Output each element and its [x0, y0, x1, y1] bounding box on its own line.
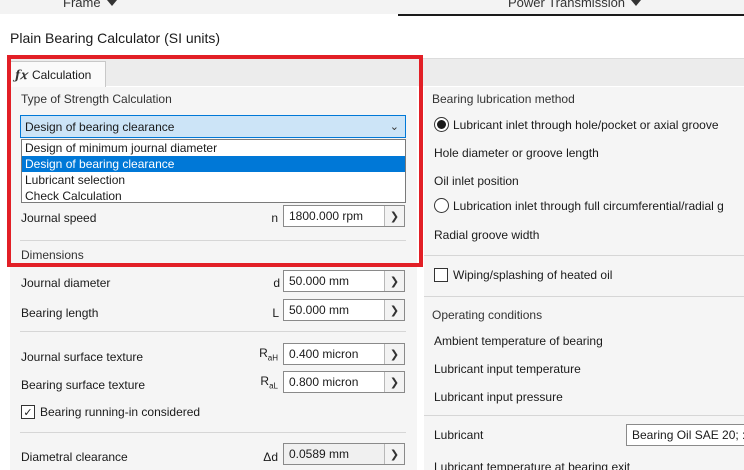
lubricant-value: Bearing Oil SAE 20; : — [632, 428, 744, 442]
runin-checkbox-row[interactable]: ✓ Bearing running-in considered — [21, 405, 200, 419]
tab-strip — [10, 58, 744, 86]
lubricant-exit-temp-label: Lubricant temperature at bearing exit — [434, 460, 631, 470]
lubricant-input-pressure-label: Lubricant input pressure — [434, 390, 563, 404]
ribbon-power-menu[interactable]: Power Transmission — [508, 0, 642, 10]
bearing-texture-symbol: RaL — [260, 374, 278, 391]
dropdown-option-min-diameter[interactable]: Design of minimum journal diameter — [22, 140, 405, 156]
journal-speed-value: 1800.000 rpm — [289, 209, 364, 223]
hole-diameter-label: Hole diameter or groove length — [434, 146, 599, 160]
clearance-label: Diametral clearance — [21, 450, 128, 464]
lubrication-option-hole-label: Lubricant inlet through hole/pocket or a… — [453, 117, 719, 132]
separator — [20, 240, 406, 241]
fx-icon: ƒ𝑥 — [15, 68, 27, 82]
dimensions-section-label: Dimensions — [21, 248, 84, 262]
runin-label: Bearing running-in considered — [40, 405, 201, 419]
bearing-texture-field[interactable]: 0.800 micron ❯ — [283, 371, 405, 393]
ribbon-frame-menu[interactable]: Frame — [63, 0, 117, 10]
chevron-right-icon[interactable]: ❯ — [384, 344, 404, 364]
chevron-down-icon — [631, 0, 642, 6]
radio-selected[interactable] — [434, 117, 449, 132]
chevron-right-icon[interactable]: ❯ — [384, 444, 404, 464]
chevron-right-icon[interactable]: ❯ — [384, 372, 404, 392]
strength-section-label: Type of Strength Calculation — [21, 92, 172, 106]
strength-type-combobox[interactable]: Design of bearing clearance ⌄ — [20, 115, 406, 138]
journal-diameter-label: Journal diameter — [21, 276, 111, 290]
dropdown-option-check-calculation[interactable]: Check Calculation — [22, 188, 405, 204]
bearing-length-symbol: L — [272, 306, 279, 320]
clearance-symbol: Δd — [263, 450, 278, 464]
separator — [424, 255, 744, 256]
lubrication-option-circumferential-label: Lubrication inlet through full circumfer… — [453, 198, 724, 213]
journal-diameter-value: 50.000 mm — [289, 274, 350, 288]
chevron-down-icon — [106, 0, 117, 6]
radio-unselected[interactable] — [434, 198, 449, 213]
separator — [424, 415, 744, 416]
dialog-title: Plain Bearing Calculator (SI units) — [10, 30, 221, 46]
journal-speed-label: Journal speed — [21, 211, 97, 225]
journal-speed-symbol: n — [271, 211, 278, 225]
bearing-texture-value: 0.800 micron — [289, 375, 359, 389]
clearance-field[interactable]: 0.0589 mm ❯ — [283, 443, 405, 465]
tab-label: Calculation — [31, 68, 92, 82]
journal-texture-label: Journal surface texture — [21, 350, 144, 364]
journal-speed-field[interactable]: 1800.000 rpm ❯ — [283, 205, 405, 227]
journal-texture-symbol: RaH — [259, 346, 278, 363]
lubrication-option-hole[interactable]: Lubricant inlet through hole/pocket or a… — [434, 117, 719, 132]
strength-type-dropdown: Design of minimum journal diameter Desig… — [21, 139, 406, 203]
journal-texture-field[interactable]: 0.400 micron ❯ — [283, 343, 405, 365]
bearing-length-field[interactable]: 50.000 mm ❯ — [283, 299, 405, 321]
chevron-right-icon[interactable]: ❯ — [384, 300, 404, 320]
tab-calculation[interactable]: ƒ𝑥 Calculation — [10, 61, 106, 88]
ambient-temp-label: Ambient temperature of bearing — [434, 334, 603, 348]
wiping-checkbox-row[interactable]: Wiping/splashing of heated oil — [434, 268, 612, 282]
radial-groove-label: Radial groove width — [434, 228, 540, 242]
bearing-length-value: 50.000 mm — [289, 303, 350, 317]
separator — [20, 331, 406, 332]
clearance-value: 0.0589 mm — [289, 447, 350, 461]
oil-inlet-label: Oil inlet position — [434, 174, 519, 188]
chevron-right-icon[interactable]: ❯ — [384, 206, 404, 226]
chevron-right-icon[interactable]: ❯ — [384, 271, 404, 291]
bearing-texture-label: Bearing surface texture — [21, 378, 146, 392]
wiping-checkbox[interactable] — [434, 268, 448, 282]
lubrication-option-circumferential[interactable]: Lubrication inlet through full circumfer… — [434, 198, 724, 213]
separator — [20, 432, 406, 433]
lubrication-section-label: Bearing lubrication method — [432, 92, 575, 106]
dropdown-option-lubricant-selection[interactable]: Lubricant selection — [22, 172, 405, 188]
journal-diameter-field[interactable]: 50.000 mm ❯ — [283, 270, 405, 292]
lubricant-label: Lubricant — [434, 428, 484, 442]
chevron-down-icon: ⌄ — [389, 121, 399, 133]
journal-diameter-symbol: d — [273, 276, 280, 290]
runin-checkbox[interactable]: ✓ — [21, 405, 35, 419]
lubricant-field[interactable]: Bearing Oil SAE 20; : — [626, 424, 744, 446]
operating-section-label: Operating conditions — [432, 308, 543, 322]
bearing-length-label: Bearing length — [21, 306, 99, 320]
ribbon-power-label: Power Transmission — [508, 0, 626, 10]
ribbon-divider — [398, 14, 744, 16]
wiping-label: Wiping/splashing of heated oil — [453, 268, 613, 282]
combo-selected-value: Design of bearing clearance — [25, 119, 175, 134]
separator — [424, 296, 744, 297]
lubricant-input-temp-label: Lubricant input temperature — [434, 362, 581, 376]
ribbon-frame-label: Frame — [63, 0, 101, 10]
dropdown-option-bearing-clearance[interactable]: Design of bearing clearance — [22, 156, 405, 172]
journal-texture-value: 0.400 micron — [289, 347, 359, 361]
